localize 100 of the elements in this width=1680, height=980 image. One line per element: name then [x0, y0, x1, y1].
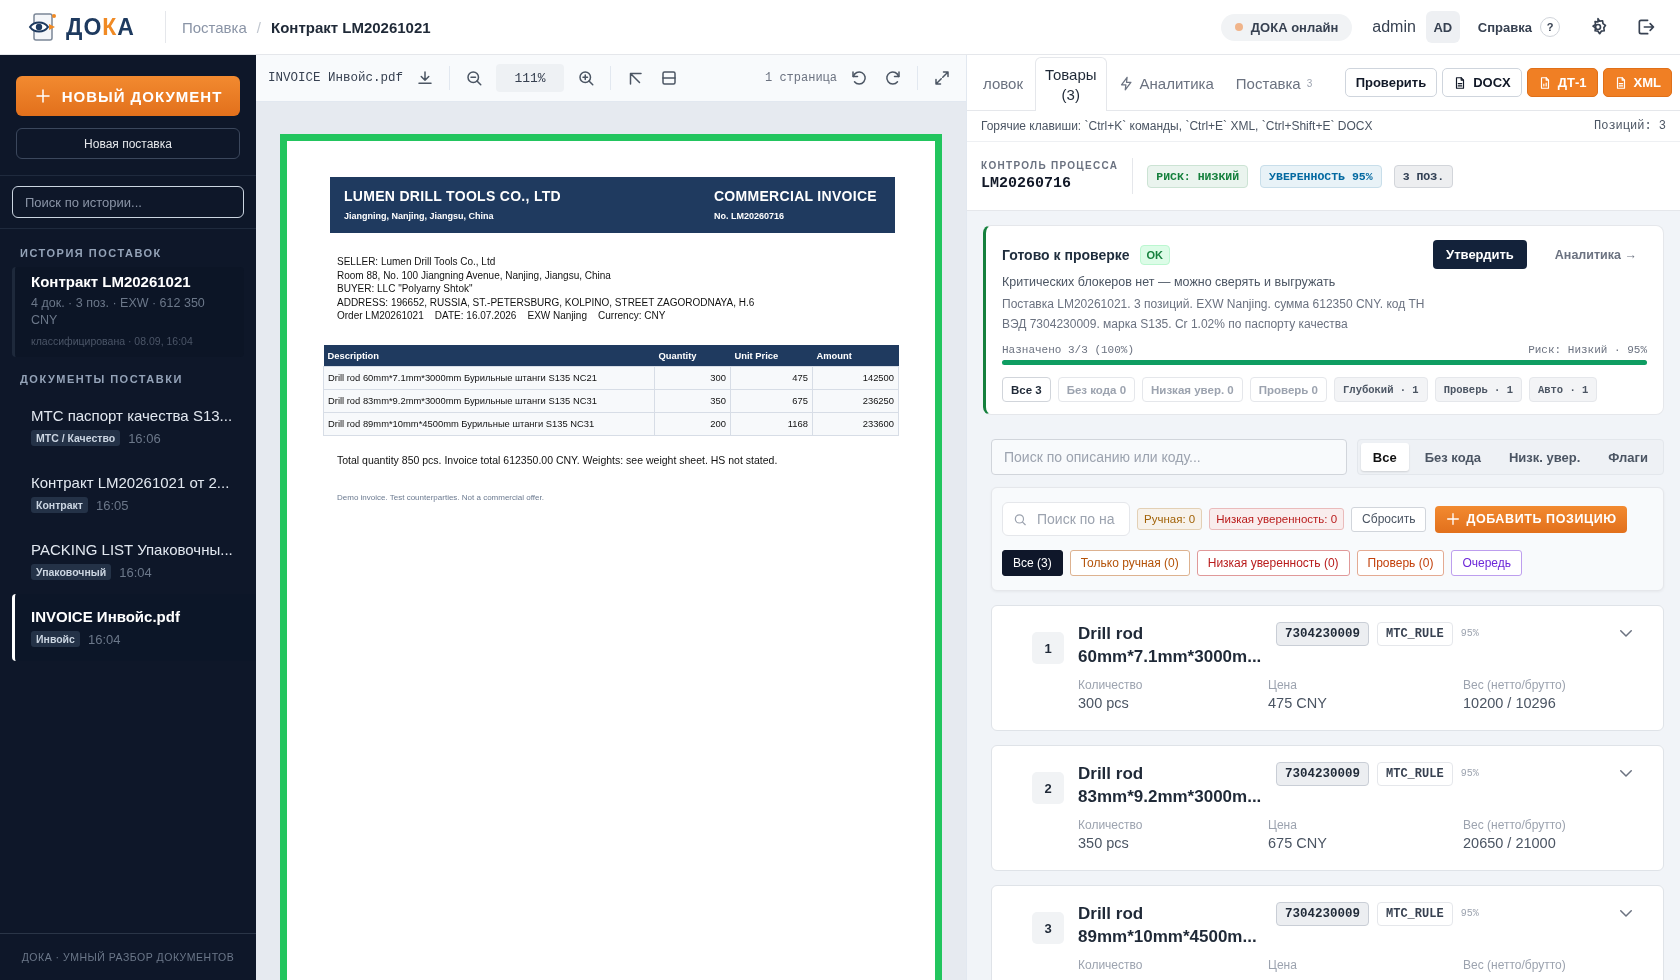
field-value: 10200 / 10296 — [1463, 695, 1557, 711]
invoice-total: Total quantity 850 pcs. Invoice total 612350.00 CNY. Weights: see weight sheet. HS not stated. — [337, 453, 779, 466]
tab[interactable]: Аналитика — [1108, 55, 1224, 110]
approve-button[interactable]: Утвердить — [1433, 240, 1527, 269]
status-badge: УВЕРЕННОСТЬ 95% — [1260, 164, 1382, 188]
tab[interactable]: Товары (3) — [1034, 57, 1107, 111]
field-value: 20650 / 21000 — [1463, 835, 1557, 851]
document-name: PACKING LIST Упаковочны... — [31, 541, 234, 558]
user-name: admin — [1372, 18, 1416, 36]
new-shipment-button[interactable]: Новая поставка — [16, 128, 240, 159]
segment-tab[interactable]: Все — [1360, 443, 1409, 471]
download-icon — [416, 69, 435, 87]
history-item[interactable]: Контракт LM20261021 4 док. · 3 поз. · EXW · 612 350 CNY классифицирована · 08.09, 16:04 — [12, 267, 244, 357]
filter-button[interactable]: Проверь (0) — [1356, 550, 1445, 576]
history-meta: 4 док. · 3 поз. · EXW · 612 350 CNY — [31, 295, 206, 329]
field-label: Вес (нетто/брутто) — [1463, 818, 1567, 832]
document-tag: Контракт — [31, 497, 88, 513]
status-badge: РИСК: НИЗКИЙ — [1147, 164, 1249, 188]
item-number: 1 — [1032, 632, 1064, 664]
field-label: Количество — [1078, 958, 1144, 972]
field-value: 350 pcs — [1078, 835, 1130, 851]
document-tag: MTC / Качество — [31, 430, 121, 446]
document-item[interactable]: Контракт LM20261021 от 2... Контракт 16:05 — [12, 460, 256, 527]
zoom-out-icon — [465, 69, 484, 87]
invoice-line: BUYER: LLC "Polyarny Shtok" — [337, 282, 474, 296]
user-avatar[interactable]: AD — [1425, 11, 1460, 43]
reset-button[interactable]: Сбросить — [1351, 506, 1427, 532]
footer-text: ДОКА · УМНЫЙ РАЗБОР ДОКУМЕНТОВ — [21, 951, 235, 963]
status-dot — [1234, 23, 1243, 31]
bolt-icon — [1118, 75, 1134, 91]
document-tag: Упаковочный — [31, 564, 112, 580]
segment-tab[interactable]: Низк. увер. — [1496, 443, 1593, 471]
rule-badge: MTC_RULE — [1377, 902, 1453, 926]
invoice-line: Room 88, No. 100 Jiangning Avenue, Nanjing, Jiangsu, China — [337, 268, 612, 283]
breadcrumb-current: Контракт LM20261021 — [271, 18, 431, 36]
history-title: Контракт LM20261021 — [31, 273, 192, 290]
invoice-title: COMMERCIAL INVOICE — [713, 188, 877, 204]
search-field[interactable]: Поиск по описанию или коду... — [991, 439, 1347, 475]
company-name: LUMEN DRILL TOOLS CO., LTD — [344, 188, 561, 204]
item-name: Drill rod 83mm*9.2mm*3000m... — [1078, 763, 1263, 808]
document-tag: Инвойс — [31, 631, 80, 647]
filter-chip[interactable]: Авто · 1 — [1528, 377, 1598, 402]
rotate-left-icon — [850, 69, 868, 87]
document-time: 16:04 — [87, 631, 121, 647]
table-cell: Drill rod 89mm*10mm*4500mm Бурильные штанги S135 NC31 — [323, 412, 655, 436]
section-title: ДОКУМЕНТЫ ПОСТАВКИ — [20, 373, 184, 385]
filter-chip[interactable]: Все 3 — [1002, 377, 1051, 402]
field-label: Цена — [1268, 678, 1298, 692]
status-pill: ДОКА онлайн — [1220, 13, 1353, 41]
segment-tab[interactable]: Флаги — [1596, 443, 1660, 471]
field-label: Цена — [1268, 958, 1298, 972]
document-time: 16:06 — [128, 430, 161, 446]
search-field[interactable]: Поиск по на — [1002, 502, 1130, 536]
column-header: Amount — [812, 344, 899, 367]
history-search-field[interactable]: Поиск по истории... — [12, 186, 244, 218]
item-name: Drill rod 89mm*10mm*4500m... — [1078, 903, 1258, 948]
plus-icon — [1445, 511, 1462, 527]
logout-button[interactable] — [1636, 17, 1656, 37]
filter-chip[interactable]: Глубокий · 1 — [1334, 377, 1428, 402]
zoom-field[interactable]: 111% — [496, 64, 565, 92]
file-name: INVOICE Инвойс.pdf — [268, 71, 404, 85]
document-item[interactable]: MTC паспорт качества S13... MTC / Качество 16:06 — [12, 393, 256, 460]
status-title: Готово к проверке — [1002, 246, 1130, 263]
counter-badge: Ручная: 0 — [1137, 508, 1203, 530]
column-header: Quantity — [654, 344, 731, 367]
field-value: 675 CNY — [1268, 835, 1328, 851]
filter-button[interactable]: Очередь — [1451, 550, 1522, 576]
process-id: LM20260716 — [981, 175, 1072, 192]
filter-button[interactable]: Низкая уверенность (0) — [1196, 550, 1350, 576]
zoom-in-icon — [577, 69, 596, 87]
rule-badge: MTC_RULE — [1377, 762, 1453, 786]
segment-tab[interactable]: Без кода — [1412, 443, 1493, 471]
field-label: Количество — [1078, 818, 1144, 832]
action-button[interactable]: DOCX — [1442, 68, 1522, 97]
company-address: Jiangning, Nanjing, Jiangsu, China — [344, 211, 495, 221]
search-field[interactable]: Поиск по на — [1037, 511, 1119, 527]
split-layout-icon — [660, 69, 679, 87]
code-badge: 7304230009 — [1276, 762, 1369, 786]
action-button[interactable]: Проверить — [1344, 68, 1438, 97]
filter-button[interactable]: Все (3) — [1002, 550, 1063, 576]
page-count: 1 страница — [765, 71, 837, 85]
field-value: 475 CNY — [1268, 695, 1328, 711]
code-badge: 7304230009 — [1276, 622, 1369, 646]
table-cell: 475 — [730, 366, 813, 390]
help-link[interactable]: Справка ? — [1477, 17, 1560, 37]
code-badge: 7304230009 — [1276, 902, 1369, 926]
item-name: Drill rod 60mm*7.1mm*3000m... — [1078, 623, 1263, 668]
table-cell: 142500 — [812, 366, 899, 390]
filter-chip[interactable]: Проверь · 1 — [1434, 377, 1522, 402]
history-status: классифицирована · 08.09, 16:04 — [31, 335, 194, 347]
analytics-link[interactable]: Аналитика → — [1554, 247, 1637, 262]
tab[interactable]: Поставка 3 — [1225, 55, 1323, 110]
progress-reading: Риск: Низкий · 95% — [1528, 344, 1647, 356]
expand-icon — [933, 69, 951, 87]
document-item[interactable]: PACKING LIST Упаковочны... Упаковочный 16:04 — [12, 527, 256, 594]
tab[interactable]: ловок — [973, 55, 1033, 110]
document-name: Контракт LM20261021 от 2... — [31, 474, 231, 491]
table-cell: Drill rod 60mm*7.1mm*3000mm Бурильные штанги S135 NC21 — [323, 366, 655, 390]
table-cell: Drill rod 83mm*9.2mm*3000mm Бурильные штанги S135 NC31 — [323, 389, 655, 413]
filter-button[interactable]: Только ручная (0) — [1069, 550, 1190, 576]
